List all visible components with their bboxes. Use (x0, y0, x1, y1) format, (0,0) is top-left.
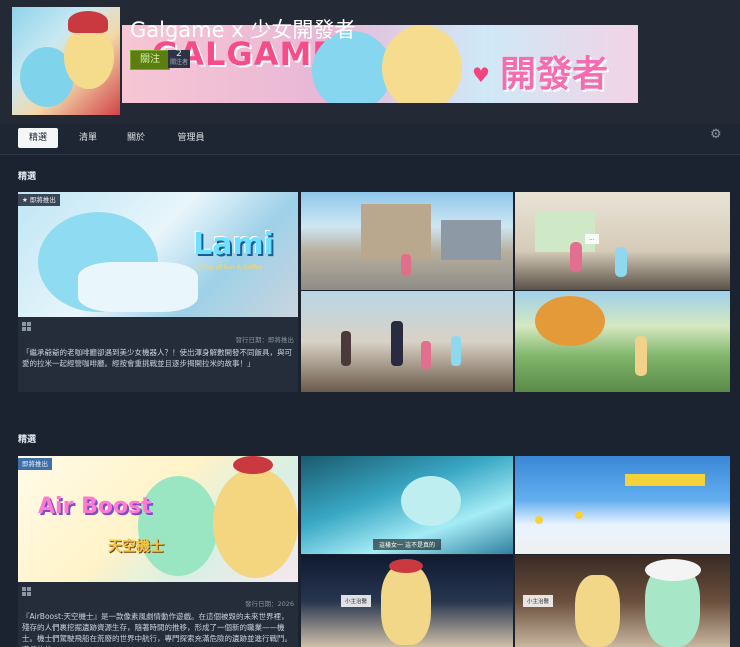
game-cover-2[interactable]: Air Boost 天空機士 即將推出 (18, 456, 298, 582)
speaker-label-2: 小主治醫 (523, 595, 554, 607)
release-date-2: 發行日期：2026 (244, 600, 294, 608)
game-description: 「繼承爺爺的老咖啡廳卻遇到美少女機器人？！使出渾身解數開發不同飯具，與可愛的拉米… (22, 348, 292, 368)
game-cover[interactable]: Lami A Cup of Sun & Coffee ★ 即將推出 (18, 192, 298, 317)
heart-icon: ♥ (472, 63, 490, 87)
follower-count: 2 關注者 (168, 50, 190, 68)
game-logo: Lami (193, 227, 274, 262)
screenshot-caption: 這樣女一 這不是真的 (373, 539, 441, 550)
game-logo-2: Air Boost (38, 494, 152, 519)
screenshot-7[interactable]: 小主治醫 (301, 555, 513, 647)
screenshot-5[interactable]: 這樣女一 這不是真的 (301, 456, 513, 554)
group-header: GALGAME ♥ 開發者 Galgame x 少女開發者 關注 2 關注者 (0, 0, 740, 124)
screenshot-8[interactable]: 小主治醫 (515, 555, 730, 647)
screenshot-6[interactable] (515, 456, 730, 554)
tab-featured[interactable]: 精選 (18, 128, 58, 148)
game-logo-subtitle-2: 天空機士 (108, 539, 164, 555)
windows-icon-2 (22, 587, 31, 596)
speaker-label: 小主治醫 (341, 595, 372, 607)
tab-bar: 精選 清單 關於 管理員 (0, 124, 740, 155)
banner-logo-text-2: 開發者 (500, 54, 609, 95)
gear-icon[interactable]: ⚙ (710, 128, 724, 142)
screenshot-3[interactable] (301, 291, 513, 392)
coming-soon-badge: ★ 即將推出 (18, 194, 60, 206)
coming-soon-badge-2: 即將推出 (18, 458, 52, 470)
featured-game-card-2[interactable]: Air Boost 天空機士 即將推出 發行日期：2026 『AirBoost:… (18, 456, 298, 647)
tab-about[interactable]: 關於 (116, 128, 156, 148)
screenshot-2[interactable]: … (515, 192, 730, 290)
section-title-2: 精選 (18, 435, 37, 445)
follow-button[interactable]: 關注 (130, 50, 170, 70)
follower-count-label: 關注者 (169, 59, 188, 66)
screenshot-1[interactable] (301, 192, 513, 290)
dialog-bubble: … (585, 234, 599, 244)
group-avatar (12, 7, 120, 115)
tab-list[interactable]: 清單 (68, 128, 108, 148)
follower-count-number: 2 (176, 49, 182, 59)
featured-game-card[interactable]: Lami A Cup of Sun & Coffee ★ 即將推出 發行日期：即… (18, 192, 298, 392)
windows-icon (22, 322, 31, 331)
game-logo-subtitle: A Cup of Sun & Coffee (196, 264, 263, 271)
section-title: 精選 (18, 172, 37, 182)
tab-admins[interactable]: 管理員 (168, 128, 214, 148)
release-date: 發行日期：即將推出 (235, 336, 295, 344)
group-title: Galgame x 少女開發者 (130, 18, 356, 42)
screenshot-4[interactable] (515, 291, 730, 392)
game-description-2: 『AirBoost:天空機士』是一款像素風劇情動作遊戲。在這個被毀的未來世界裡，… (22, 612, 292, 647)
